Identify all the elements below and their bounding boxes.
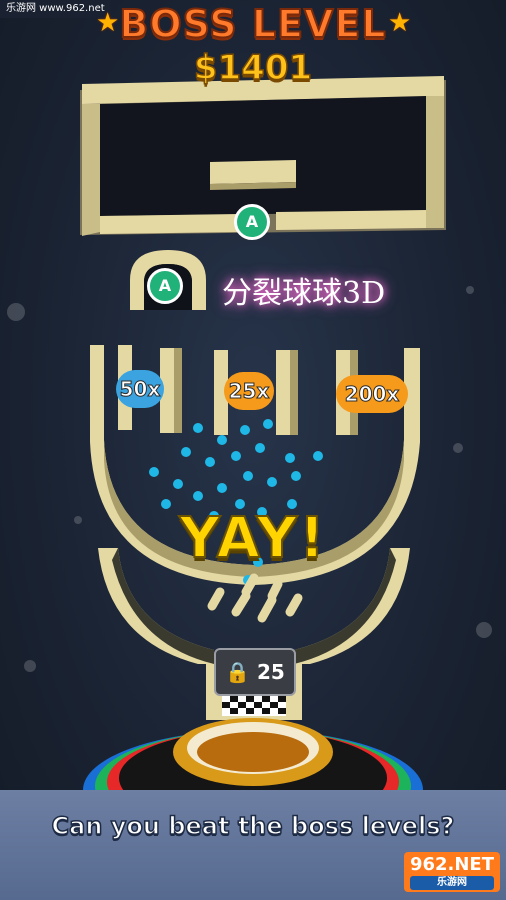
lock-icon: 🔒 <box>225 660 251 684</box>
level-title: BOSS LEVEL <box>118 1 387 47</box>
yay-banner: YAY! <box>178 505 327 572</box>
money-counter: $1401 <box>193 47 313 89</box>
game-scene <box>7 76 492 850</box>
gate-badge: A <box>234 204 270 240</box>
watermark-brand: 962.NET <box>409 854 494 875</box>
multiplier-25x: 25x <box>224 372 274 410</box>
watermark-sub: 乐游网 <box>409 876 494 890</box>
promo-caption: Can you beat the boss levels? <box>51 811 455 841</box>
lock-count: 25 <box>257 660 285 684</box>
multiplier-200x: 200x <box>336 375 408 413</box>
multiplier-50x: 50x <box>116 370 164 408</box>
overlay-title: 分裂球球3D <box>222 276 386 311</box>
pipe-badge: A <box>147 268 183 304</box>
title-row: BOSS LEVEL <box>0 1 506 47</box>
lock-counter: 🔒 25 <box>214 648 296 696</box>
watermark-logo: 962.NET 乐游网 <box>403 852 500 892</box>
